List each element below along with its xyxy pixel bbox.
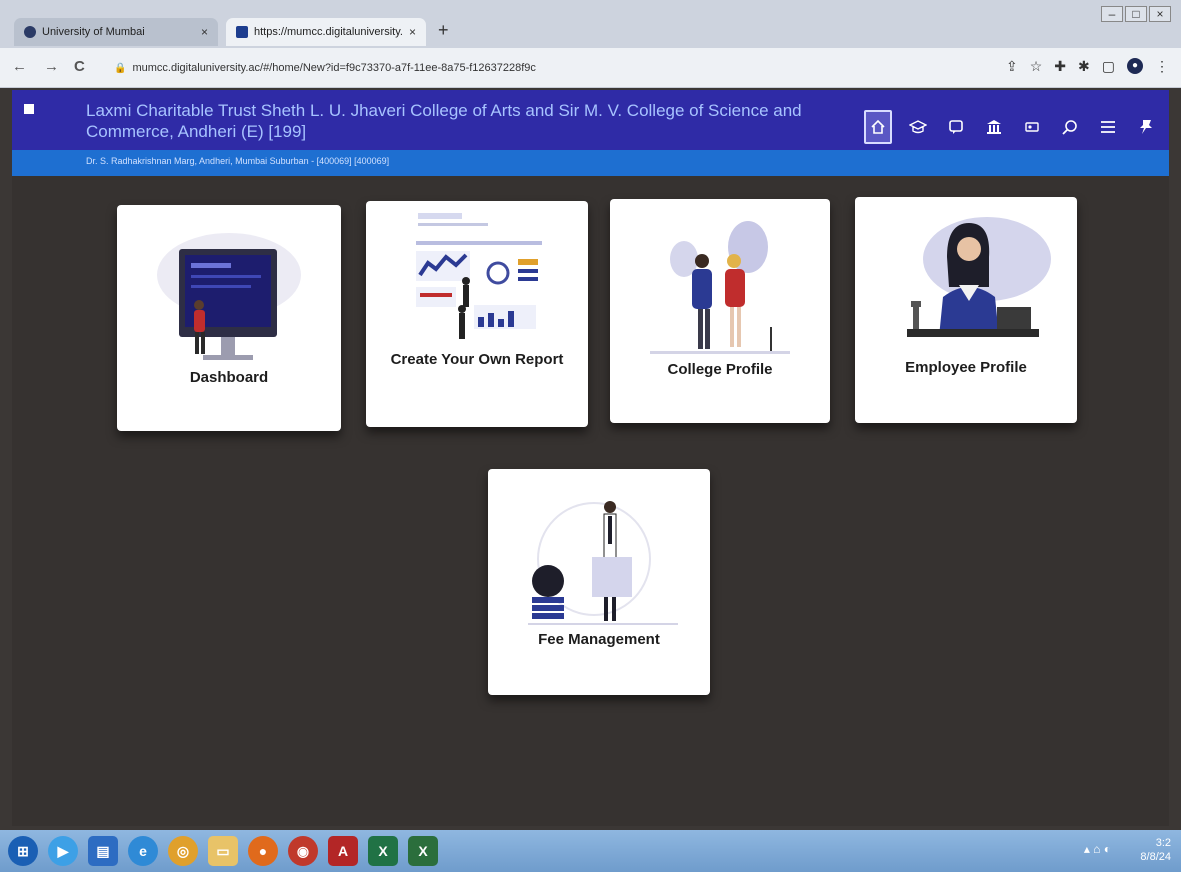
clock-time: 3:2 [1155,837,1171,849]
reload-icon[interactable]: C [74,58,85,75]
spreadsheet-icon[interactable]: X [408,836,438,866]
browser-tab-active[interactable]: https://mumcc.digitaluniversity... × [226,18,426,46]
college-profile-illustration [650,221,790,354]
dashboard-illustration [157,233,301,360]
app-icon[interactable]: ◉ [288,836,318,866]
employee-profile-card-title: Employee Profile [905,359,1027,376]
folder-icon[interactable]: ▭ [208,836,238,866]
os-taskbar: ⊞ ▶ ▤ e ◎ ▭ ● ◉ A X X ▴ ⌂ ◐ 3:2 8/8/24 [0,830,1181,872]
firefox-icon[interactable]: ● [248,836,278,866]
university-favicon-icon [24,26,36,38]
report-illustration [416,213,542,339]
url-field[interactable]: 🔒 mumcc.digitaluniversity.ac/#/home/New?… [104,56,964,80]
media-player-icon[interactable]: ▶ [48,836,78,866]
back-icon[interactable]: ← [12,58,27,75]
dashboard-card[interactable]: Dashboard [117,205,341,431]
clock-date: 8/8/24 [1140,851,1171,863]
app-header: Laxmi Charitable Trust Sheth L. U. Jhave… [12,90,1169,176]
pin-icon[interactable] [1134,113,1158,141]
pdf-reader-icon[interactable]: A [328,836,358,866]
extension-icon[interactable]: ✚ [1054,58,1066,75]
search-icon[interactable] [1058,113,1082,141]
url-text: mumcc.digitaluniversity.ac/#/home/New?id… [132,62,536,74]
forward-icon[interactable]: → [44,58,59,75]
share-icon[interactable]: ⇪ [1006,58,1018,75]
browser-menu-icon[interactable]: ⋮ [1155,58,1169,75]
id-card-icon[interactable] [1020,113,1044,141]
system-clock[interactable]: 3:2 8/8/24 [1140,836,1171,864]
chat-icon[interactable] [944,113,968,141]
excel-icon[interactable]: X [368,836,398,866]
employee-profile-card[interactable]: Employee Profile [855,197,1077,423]
extension-area: ⇪ ☆ ✚ ✱ ▢ ● ⋮ [1006,58,1169,75]
create-report-card[interactable]: Create Your Own Report [366,201,588,427]
tab-label: University of Mumbai [42,26,145,38]
maximize-icon[interactable]: □ [1125,6,1147,22]
chrome-icon[interactable]: ◎ [168,836,198,866]
close-window-icon[interactable]: × [1149,6,1171,22]
start-button-icon[interactable]: ⊞ [8,836,38,866]
create-report-card-title: Create Your Own Report [390,351,564,368]
fee-management-card-title: Fee Management [538,631,660,648]
menu-icon[interactable] [1096,113,1120,141]
college-profile-card[interactable]: College Profile [610,199,830,423]
dashboard-card-title: Dashboard [189,369,269,386]
employee-profile-illustration [907,217,1051,337]
window-controls: – □ × [1101,6,1171,22]
new-tab-button[interactable]: + [438,20,449,41]
close-tab-icon[interactable]: × [409,25,416,39]
file-explorer-icon[interactable]: ▤ [88,836,118,866]
home-icon[interactable] [864,110,892,144]
lock-icon: 🔒 [114,62,127,74]
minimize-icon[interactable]: – [1101,6,1123,22]
header-icon-bar [864,110,1158,144]
browser-tab-bar: University of Mumbai × https://mumcc.dig… [0,0,1181,48]
internet-explorer-icon[interactable]: e [128,836,158,866]
bookmark-star-icon[interactable]: ☆ [1030,58,1043,75]
college-name: Laxmi Charitable Trust Sheth L. U. Jhave… [86,101,802,141]
tab-label: https://mumcc.digitaluniversity... [254,26,403,38]
system-tray-icons[interactable]: ▴ ⌂ ◐ [1084,842,1111,856]
institution-icon[interactable] [982,113,1006,141]
graduation-cap-icon[interactable] [906,113,930,141]
main-content: Dashboard Create Your Own Report College… [12,176,1169,826]
sidebar-toggle-icon[interactable] [24,104,34,114]
fee-management-card[interactable]: Fee Management [488,469,710,695]
profile-avatar-icon[interactable]: ● [1127,58,1143,74]
college-profile-card-title: College Profile [667,361,773,378]
close-tab-icon[interactable]: × [201,25,208,39]
browser-tab-university[interactable]: University of Mumbai × [14,18,218,46]
site-favicon-icon [236,26,248,38]
address-toolbar: ← → C 🔒 mumcc.digitaluniversity.ac/#/hom… [0,48,1181,88]
fee-management-illustration [528,501,678,625]
sidebar-icon[interactable]: ▢ [1102,58,1115,75]
college-address: Dr. S. Radhakrishnan Marg, Andheri, Mumb… [86,156,390,166]
puzzle-icon[interactable]: ✱ [1078,58,1090,75]
